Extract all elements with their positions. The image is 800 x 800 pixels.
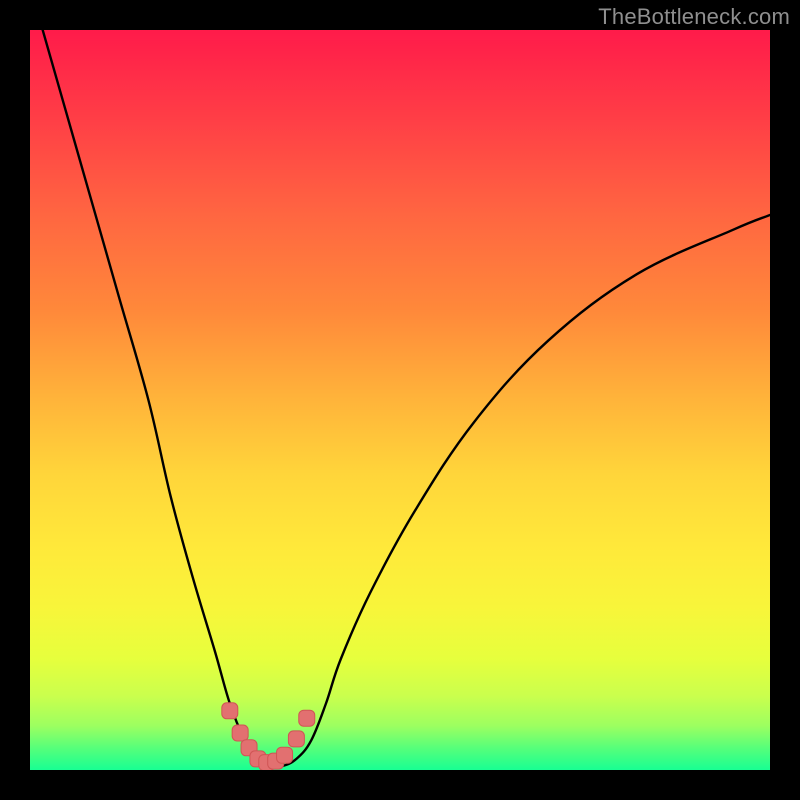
- watermark-text: TheBottleneck.com: [598, 4, 790, 30]
- marker-point: [288, 731, 304, 747]
- bottleneck-curve: [30, 30, 770, 767]
- outer-frame: TheBottleneck.com: [0, 0, 800, 800]
- marker-layer: [222, 703, 315, 770]
- marker-point: [232, 725, 248, 741]
- marker-point: [277, 747, 293, 763]
- marker-point: [299, 710, 315, 726]
- chart-svg: [30, 30, 770, 770]
- curve-layer: [30, 30, 770, 767]
- plot-area: [30, 30, 770, 770]
- marker-point: [222, 703, 238, 719]
